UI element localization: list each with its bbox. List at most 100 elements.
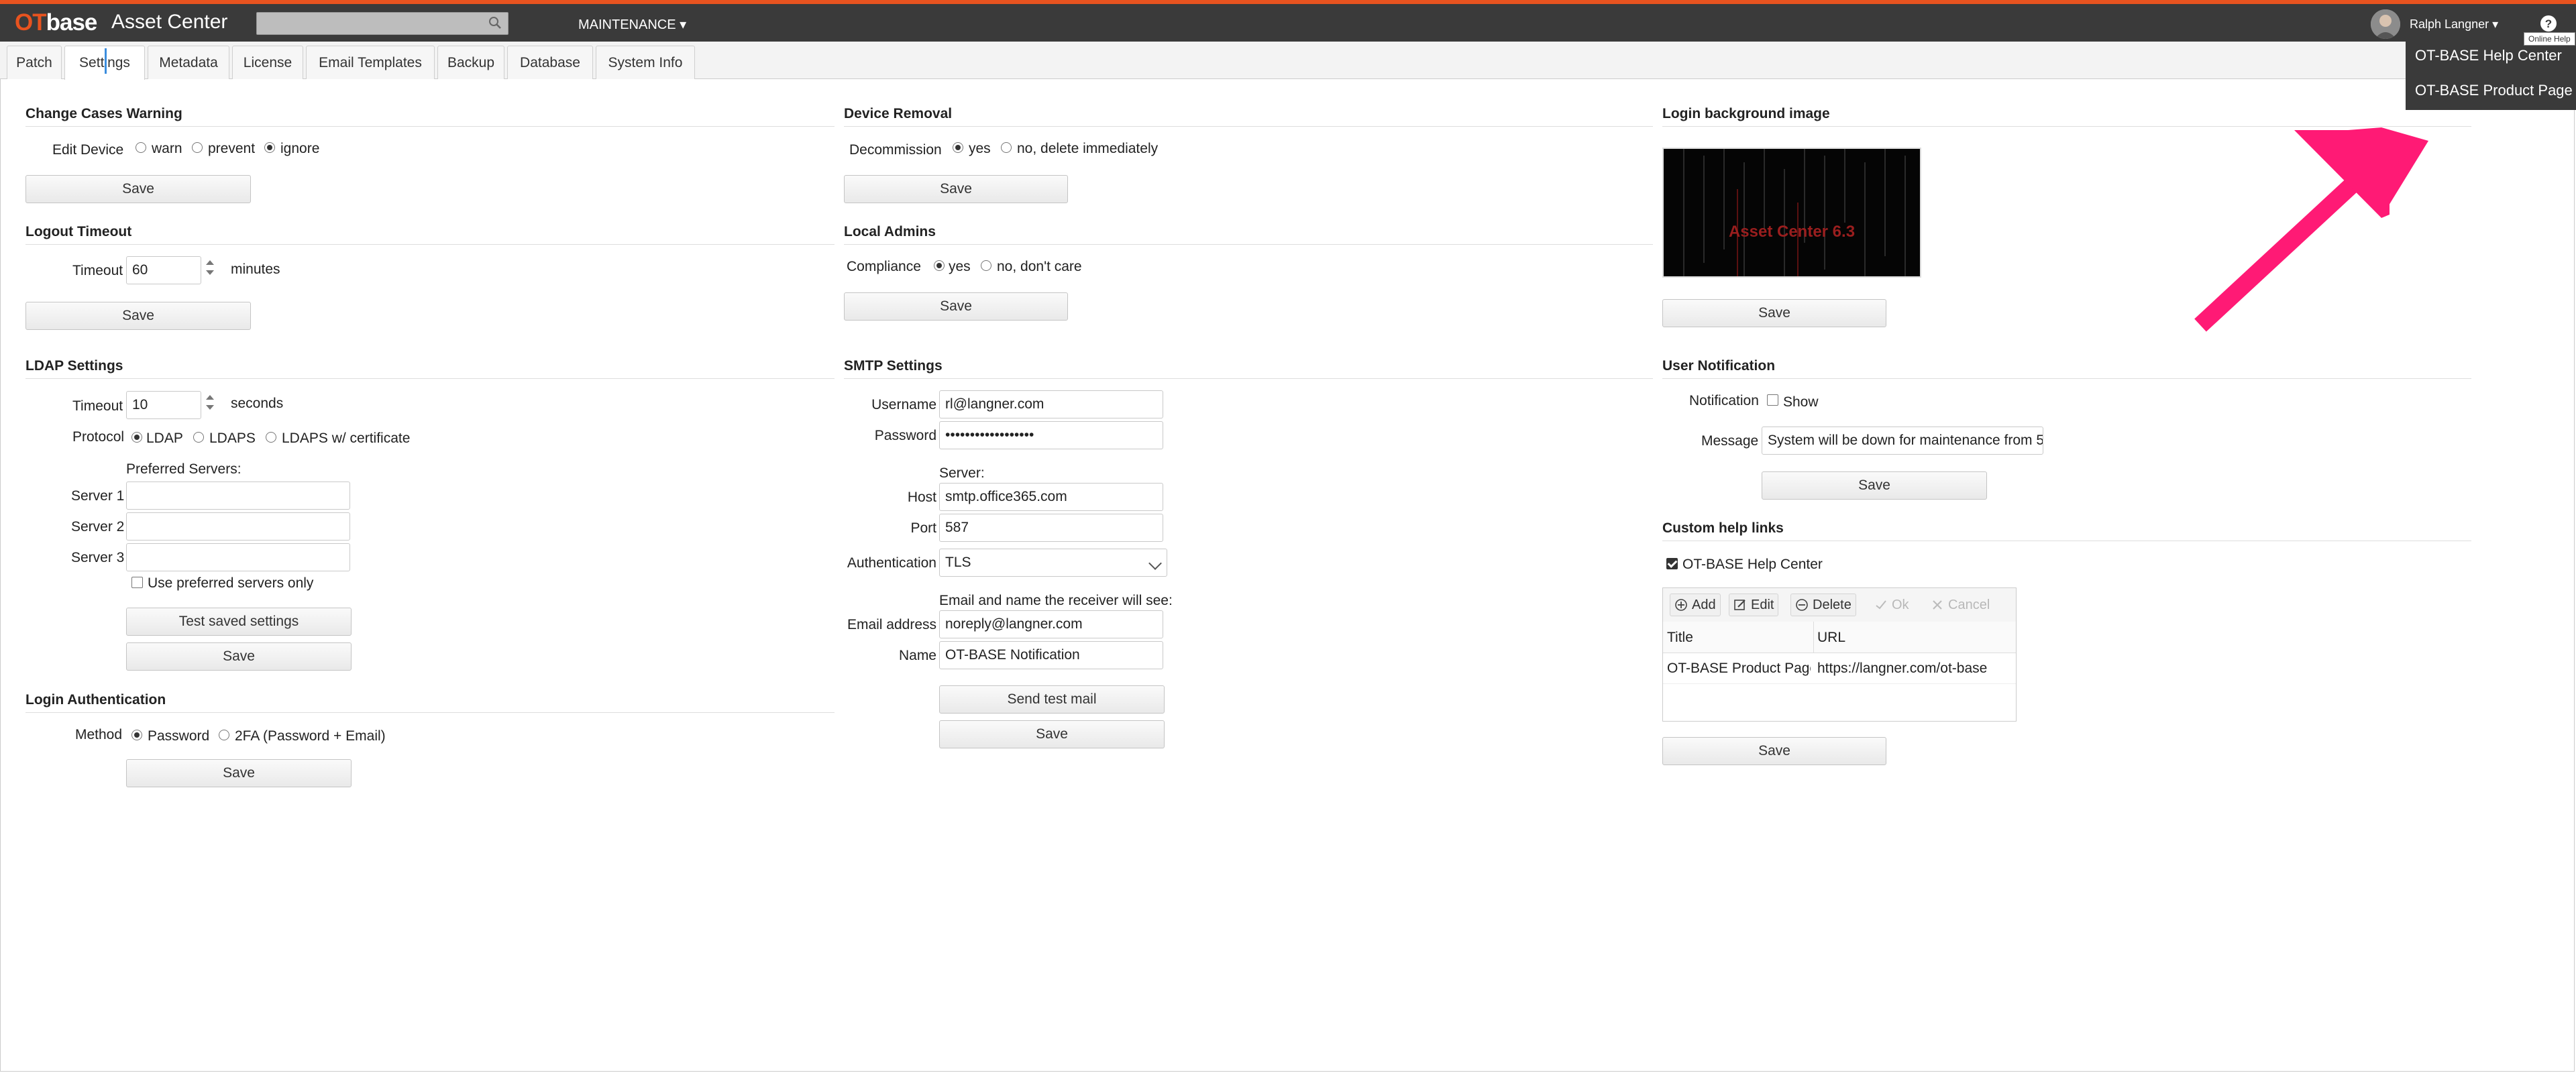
logout-timeout-stepper[interactable]	[204, 256, 216, 284]
smtp-username-label: Username	[871, 397, 936, 412]
radio-decommission-yes[interactable]	[953, 142, 963, 153]
grid-add-button[interactable]: Add	[1670, 594, 1721, 616]
login-auth-save-button[interactable]: Save	[126, 759, 352, 787]
smtp-password-input[interactable]: ••••••••••••••••••	[939, 421, 1163, 449]
smtp-email-input[interactable]: noreply@langner.com	[939, 610, 1163, 638]
login-background-save-button[interactable]: Save	[1662, 299, 1886, 327]
preferred-only-checkbox[interactable]	[131, 577, 143, 588]
custom-help-links-title: Custom help links	[1662, 520, 1784, 536]
radio-ignore[interactable]	[264, 142, 275, 153]
radio-prevent[interactable]	[192, 142, 203, 153]
divider	[25, 378, 835, 379]
help-icon[interactable]: ?	[2538, 13, 2559, 34]
smtp-auth-select[interactable]: TLS	[939, 549, 1167, 577]
help-links-grid: Add Edit Delete Ok Cancel Title URL OT-B…	[1662, 587, 2017, 722]
maintenance-menu[interactable]: MAINTENANCE ▾	[578, 16, 686, 33]
radio-compliance-no[interactable]	[981, 260, 991, 271]
ldap-save-button[interactable]: Save	[126, 642, 352, 671]
user-menu[interactable]: Ralph Langner ▾	[2371, 9, 2498, 39]
avatar	[2371, 9, 2400, 39]
tab-license[interactable]: License	[232, 46, 303, 79]
ldap-timeout-stepper[interactable]	[204, 391, 216, 419]
logout-timeout-unit: minutes	[231, 262, 280, 277]
smtp-email-hint: Email and name the receiver will see:	[939, 593, 1173, 608]
server-2-input[interactable]	[126, 512, 350, 541]
tab-metadata[interactable]: Metadata	[148, 46, 229, 79]
preferred-servers-label: Preferred Servers:	[126, 461, 241, 477]
smtp-port-input[interactable]: 587	[939, 514, 1163, 542]
column-header-title[interactable]: Title	[1667, 630, 1808, 646]
grid-cancel-button[interactable]: Cancel	[1926, 594, 1994, 616]
divider	[844, 378, 1653, 379]
logout-timeout-input[interactable]: 60	[126, 256, 201, 284]
local-admins-save-button[interactable]: Save	[844, 292, 1068, 321]
smtp-settings-title: SMTP Settings	[844, 358, 943, 374]
column-divider	[1813, 622, 1814, 653]
message-input[interactable]: System will be down for maintenance from…	[1762, 427, 2043, 455]
tab-backup[interactable]: Backup	[437, 46, 504, 79]
smtp-server-label: Server:	[939, 465, 985, 481]
smtp-host-input[interactable]: smtp.office365.com	[939, 483, 1163, 511]
search-box[interactable]	[256, 12, 508, 35]
radio-ldap[interactable]	[131, 432, 142, 443]
send-test-mail-button[interactable]: Send test mail	[939, 685, 1165, 714]
help-center-checkbox[interactable]	[1666, 558, 1678, 569]
cancel-icon	[1933, 600, 1942, 610]
radio-warn-label: warn	[152, 141, 182, 156]
radio-ldaps[interactable]	[193, 432, 204, 443]
ldap-timeout-input[interactable]: 10	[126, 391, 201, 419]
radio-ldap-label: LDAP	[146, 431, 183, 446]
smtp-username-input[interactable]: rl@langner.com	[939, 390, 1163, 418]
user-notification-save-button[interactable]: Save	[1762, 471, 1987, 500]
custom-help-save-button[interactable]: Save	[1662, 737, 1886, 765]
change-cases-save-button[interactable]: Save	[25, 175, 251, 203]
login-background-image[interactable]: Asset Center 6.3	[1662, 148, 1921, 278]
compliance-label: Compliance	[847, 259, 921, 274]
server-1-input[interactable]	[126, 482, 350, 510]
radio-2fa[interactable]	[219, 730, 229, 740]
tab-patch[interactable]: Patch	[7, 46, 62, 79]
test-saved-settings-button[interactable]: Test saved settings	[126, 608, 352, 636]
notification-label: Notification	[1689, 393, 1759, 408]
device-removal-save-button[interactable]: Save	[844, 175, 1068, 203]
search-input[interactable]	[257, 13, 484, 34]
table-row[interactable]: OT-BASE Product Page https://langner.com…	[1663, 653, 2016, 684]
top-bar: OTbase Asset Center MAINTENANCE ▾ Ralph …	[0, 0, 2576, 42]
radio-password[interactable]	[131, 730, 142, 740]
logout-save-button[interactable]: Save	[25, 302, 251, 330]
smtp-name-input[interactable]: OT-BASE Notification	[939, 641, 1163, 669]
radio-delete-immediately[interactable]	[1001, 142, 1012, 153]
ldap-timeout-unit: seconds	[231, 396, 284, 411]
tab-email-templates[interactable]: Email Templates	[306, 46, 435, 79]
login-auth-title: Login Authentication	[25, 692, 166, 708]
radio-warn[interactable]	[136, 142, 146, 153]
smtp-save-button[interactable]: Save	[939, 720, 1165, 748]
smtp-email-label: Email address	[847, 617, 936, 632]
row-title-cell: OT-BASE Product Page	[1667, 661, 1811, 676]
app-logo[interactable]: OTbase	[15, 9, 97, 36]
change-cases-title: Change Cases Warning	[25, 106, 182, 121]
text-cursor	[105, 48, 107, 74]
grid-delete-button[interactable]: Delete	[1790, 594, 1856, 616]
tab-database[interactable]: Database	[507, 46, 593, 79]
tab-system-info[interactable]: System Info	[596, 46, 695, 79]
grid-edit-button[interactable]: Edit	[1729, 594, 1779, 616]
smtp-name-label: Name	[898, 648, 936, 663]
radio-decommission-yes-label: yes	[969, 141, 991, 156]
radio-compliance-yes[interactable]	[934, 260, 945, 271]
notification-show-checkbox[interactable]	[1767, 394, 1778, 406]
local-admins-title: Local Admins	[844, 224, 936, 239]
user-name: Ralph Langner ▾	[2410, 17, 2499, 31]
help-menu-item-product-page[interactable]: OT-BASE Product Page	[2406, 72, 2576, 99]
search-icon[interactable]	[488, 15, 502, 30]
server-3-input[interactable]	[126, 543, 350, 571]
grid-ok-button[interactable]: Ok	[1870, 594, 1914, 616]
add-icon	[1675, 599, 1687, 611]
column-header-url[interactable]: URL	[1817, 630, 2005, 646]
radio-ldaps-certificate[interactable]	[266, 432, 276, 443]
ldap-settings-title: LDAP Settings	[25, 358, 123, 374]
radio-ignore-label: ignore	[280, 141, 320, 156]
smtp-port-label: Port	[910, 520, 936, 536]
server-1-label: Server 1	[71, 488, 125, 504]
divider	[844, 244, 1653, 245]
